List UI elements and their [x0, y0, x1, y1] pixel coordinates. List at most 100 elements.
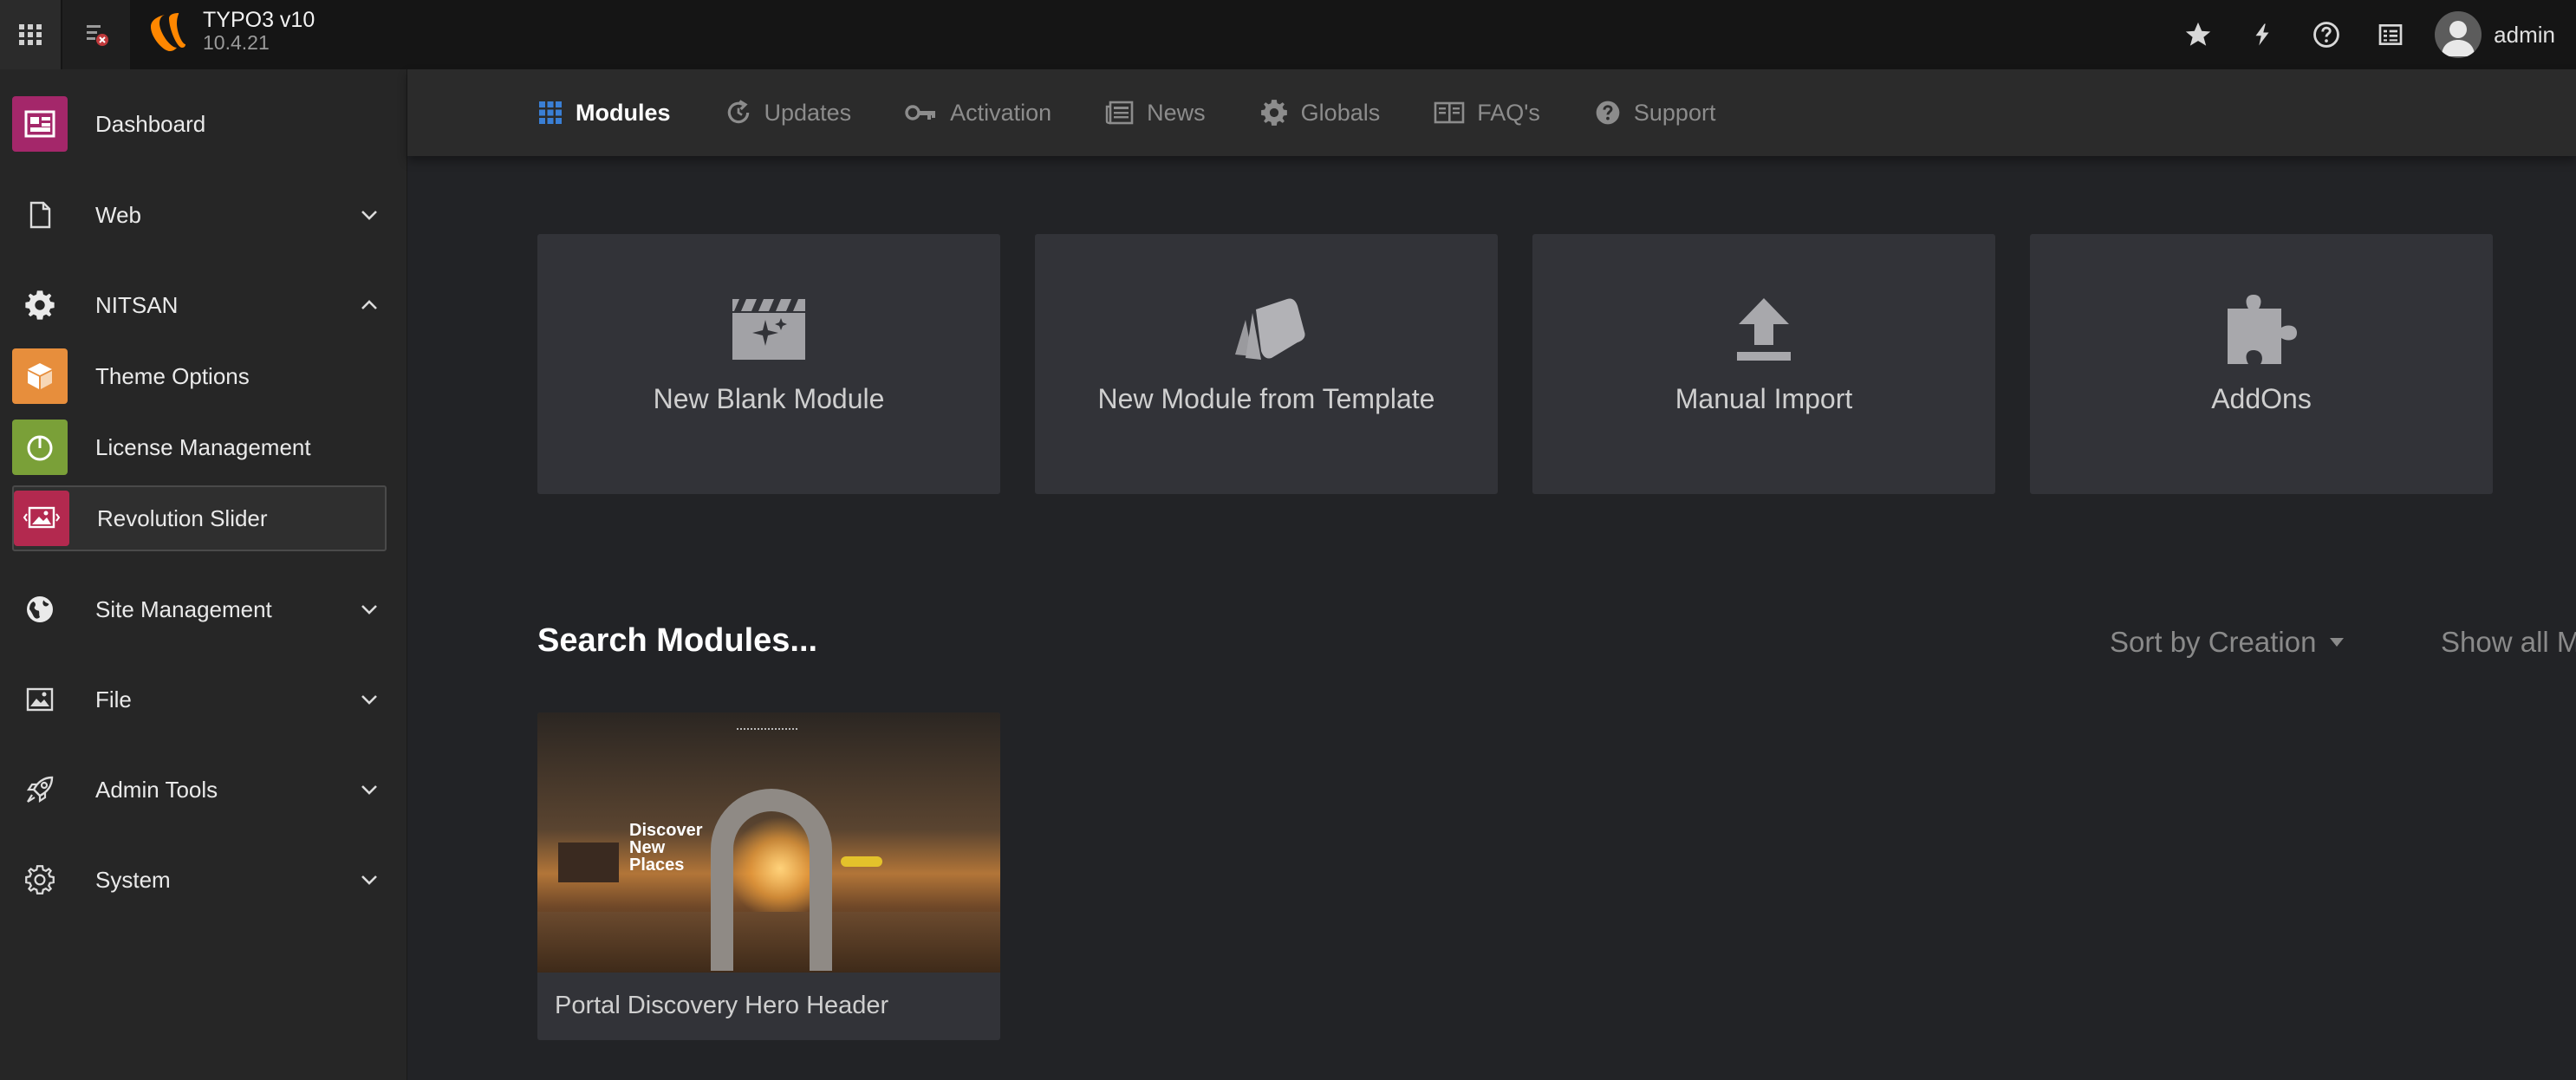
card-label: AddOns [2211, 383, 2312, 414]
card-label: New Blank Module [653, 383, 885, 414]
grid-icon [539, 101, 562, 124]
clear-cache-button[interactable] [62, 0, 130, 69]
tab-news[interactable]: News [1105, 100, 1206, 127]
tab-activation[interactable]: Activation [905, 100, 1051, 127]
search-modules-heading[interactable]: Search Modules... [537, 622, 817, 660]
sidebar-item-label: Site Management [95, 595, 272, 622]
chevron-down-icon [352, 682, 387, 717]
apps-grid-button[interactable] [0, 0, 61, 69]
cog-icon [12, 852, 68, 908]
gear-icon [12, 277, 68, 333]
dashboard-icon [12, 96, 68, 152]
tab-label: Modules [576, 99, 671, 126]
tab-support[interactable]: Support [1594, 99, 1716, 127]
sort-dropdown[interactable]: Sort by Creation [2110, 626, 2345, 659]
sort-label: Sort by Creation [2110, 626, 2317, 658]
brand[interactable]: TYPO3 v10 10.4.21 [147, 9, 315, 54]
flush-cache-button[interactable] [2230, 0, 2294, 69]
caret-down-icon [2330, 638, 2345, 647]
sidebar-item-license-management[interactable]: License Management [12, 414, 387, 480]
help-button[interactable] [2294, 0, 2358, 69]
new-module-from-template-card[interactable]: New Module from Template [1035, 234, 1498, 494]
sidebar-item-admin-tools[interactable]: Admin Tools [12, 757, 387, 823]
list-remove-icon [87, 25, 108, 46]
page-icon [12, 187, 68, 243]
sidebar-item-nitsan[interactable]: NITSAN [12, 272, 387, 338]
image-icon [12, 672, 68, 727]
chevron-down-icon [352, 772, 387, 807]
user-icon [2442, 21, 2475, 56]
module-menu: Dashboard Web NITSAN Theme Options Licen… [0, 69, 407, 1080]
sidebar-item-dashboard[interactable]: Dashboard [12, 91, 387, 157]
thumbnail-headline: Discover New Places [629, 821, 703, 875]
template-cards-icon [1226, 295, 1306, 364]
tab-faqs[interactable]: FAQ's [1434, 100, 1540, 127]
bookmarks-button[interactable] [2166, 0, 2230, 69]
tab-label: Support [1633, 99, 1716, 126]
card-label: New Module from Template [1097, 383, 1435, 414]
help-icon [2313, 22, 2340, 48]
sidebar-item-file[interactable]: File [12, 667, 387, 732]
sidebar-item-label: Revolution Slider [97, 504, 268, 531]
card-label: Manual Import [1675, 383, 1853, 414]
chevron-down-icon [352, 592, 387, 627]
thumbnail-mesa [558, 843, 619, 882]
sidebar-item-label: NITSAN [95, 291, 179, 318]
typo3-logo-icon [151, 13, 185, 51]
sidebar-item-label: Dashboard [95, 110, 206, 137]
module-card[interactable]: Discover New Places Portal Discovery Her… [537, 712, 1000, 1040]
tab-label: Activation [950, 99, 1052, 126]
tab-modules[interactable]: Modules [537, 100, 671, 127]
sidebar-item-label: Theme Options [95, 362, 250, 389]
bolt-icon [2255, 23, 2269, 46]
sidebar-item-label: Web [95, 201, 141, 228]
gear-icon [1260, 100, 1287, 126]
module-tabs: Modules Updates Activation News Globals … [407, 69, 2576, 156]
manual-import-card[interactable]: Manual Import [1532, 234, 1995, 494]
tab-label: News [1147, 99, 1206, 126]
sidebar-item-revolution-slider[interactable]: Revolution Slider [12, 485, 387, 551]
sidebar-item-label: File [95, 686, 132, 712]
module-name: Portal Discovery Hero Header [555, 992, 889, 1019]
tab-updates[interactable]: Updates [725, 99, 852, 127]
question-icon [1596, 101, 1620, 125]
image-slider-icon [14, 491, 69, 546]
globe-icon [12, 582, 68, 637]
sidebar-item-label: System [95, 866, 171, 893]
sidebar-item-web[interactable]: Web [12, 182, 387, 248]
sidebar-item-label: License Management [95, 433, 311, 460]
power-icon [12, 420, 68, 475]
refresh-icon [727, 100, 749, 124]
key-icon [905, 105, 936, 120]
chevron-up-icon [352, 288, 387, 322]
sidebar-item-site-management[interactable]: Site Management [12, 576, 387, 642]
grid-icon [19, 24, 42, 45]
puzzle-icon [2221, 295, 2302, 364]
chevron-down-icon [352, 862, 387, 897]
sidebar-item-theme-options[interactable]: Theme Options [12, 343, 387, 409]
module-thumbnail: Discover New Places [537, 712, 1000, 973]
show-all-modules-link[interactable]: Show all M [2441, 626, 2576, 659]
app-version: 10.4.21 [203, 31, 270, 54]
user-name: admin [2494, 21, 2555, 48]
list-icon [2378, 24, 2403, 45]
avatar [2435, 11, 2482, 58]
star-icon [2186, 22, 2211, 46]
new-blank-module-card[interactable]: New Blank Module [537, 234, 1000, 494]
system-info-button[interactable] [2358, 0, 2423, 69]
box-icon [12, 348, 68, 404]
book-icon [1434, 101, 1465, 124]
top-bar: TYPO3 v10 10.4.21 admin [0, 0, 2576, 69]
thumbnail-nav [737, 728, 797, 732]
rocket-icon [12, 762, 68, 817]
app-title: TYPO3 v10 [203, 8, 315, 32]
user-menu[interactable]: admin [2435, 11, 2555, 58]
tab-label: Updates [764, 99, 852, 126]
upload-icon [1734, 295, 1794, 364]
sidebar-item-system[interactable]: System [12, 847, 387, 913]
addons-card[interactable]: AddOns [2030, 234, 2493, 494]
tab-globals[interactable]: Globals [1259, 98, 1381, 127]
newspaper-icon [1105, 101, 1134, 125]
tab-label: Globals [1300, 99, 1381, 126]
tab-label: FAQ's [1477, 99, 1540, 126]
